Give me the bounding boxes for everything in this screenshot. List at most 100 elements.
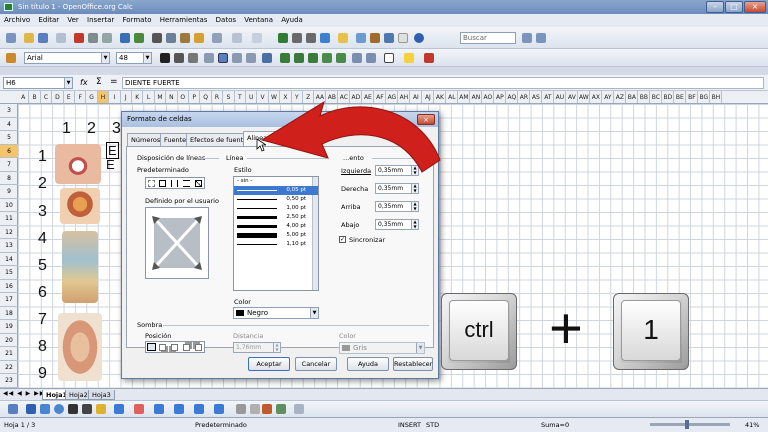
column-header[interactable]: AN [470,91,483,103]
zoom-slider[interactable] [650,423,730,426]
flowcharts-icon[interactable] [174,404,184,414]
increase-indent-icon[interactable] [366,53,376,63]
column-header[interactable]: AO [482,91,495,103]
distancia-spin[interactable]: 1,76mm ▲ ▼ [233,342,281,353]
line-style-option[interactable]: 0,05 pt [234,186,318,195]
spellcheck-icon[interactable] [120,33,130,43]
merge-cells-icon[interactable] [262,53,272,63]
column-header[interactable]: K [132,91,144,103]
sort-ascending-icon[interactable] [292,33,302,43]
cut-icon[interactable] [152,33,162,43]
line-color-select[interactable]: Negro ▼ [233,307,319,319]
new-document-icon[interactable] [6,33,16,43]
menu-ver[interactable]: Ver [67,16,78,24]
row-header[interactable]: 11 [0,212,18,226]
ayuda-button[interactable]: Ayuda [347,357,389,371]
bold-icon[interactable] [160,53,170,63]
column-header[interactable]: AU [554,91,567,103]
print-icon[interactable] [88,33,98,43]
status-insert-mode[interactable]: INSERT [398,418,421,432]
menu-herramientas[interactable]: Herramientas [160,16,208,24]
sum-icon[interactable]: Σ [96,77,102,87]
navigator-icon[interactable] [278,33,288,43]
row-header[interactable]: 14 [0,253,18,266]
clone-format-icon[interactable] [194,33,204,43]
menu-editar[interactable]: Editar [38,16,59,24]
column-header[interactable]: Q [200,91,212,103]
column-header[interactable]: F [75,91,87,103]
row-header[interactable]: 16 [0,280,18,293]
paste-icon[interactable] [180,33,190,43]
user-defined-border-preview[interactable] [145,207,209,279]
column-header[interactable]: AS [530,91,543,103]
abajo-spin[interactable]: 0,35mm ▲ ▼ [375,219,419,230]
row-header[interactable]: 15 [0,266,18,280]
find-previous-icon[interactable] [536,33,546,43]
row-header[interactable]: 5 [0,131,18,145]
column-header[interactable]: AZ [614,91,627,103]
menu-datos[interactable]: Datos [216,16,236,24]
currency-format-icon[interactable] [280,53,290,63]
sincronizar-checkbox[interactable]: ✓ [339,236,346,243]
align-right-icon[interactable] [232,53,242,63]
row-header[interactable]: 18 [0,307,18,320]
menu-ventana[interactable]: Ventana [244,16,273,24]
column-header[interactable]: BC [650,91,663,103]
text-icon[interactable] [82,404,92,414]
column-header[interactable]: AX [590,91,603,103]
column-header[interactable]: BF [686,91,699,103]
chart-icon[interactable] [320,33,330,43]
shadow-position-selector[interactable] [145,341,205,353]
row-header[interactable]: 10 [0,199,18,212]
column-header[interactable]: BB [638,91,651,103]
aceptar-button[interactable]: Aceptar [248,357,290,371]
percent-format-icon[interactable] [294,53,304,63]
column-header[interactable]: AY [602,91,615,103]
column-header[interactable]: M [155,91,167,103]
export-pdf-icon[interactable] [74,33,84,43]
gallery-draw-icon[interactable] [276,404,286,414]
column-header[interactable]: E [64,91,75,103]
column-header[interactable]: AT [542,91,555,103]
rectangle-icon[interactable] [40,404,50,414]
row-header[interactable]: 13 [0,239,18,253]
row-header[interactable]: 19 [0,320,18,334]
column-header[interactable]: BG [698,91,711,103]
delete-decimal-icon[interactable] [336,53,346,63]
line-style-option[interactable]: 5,00 pt [234,231,318,240]
column-header[interactable]: S [223,91,235,103]
shadow-color-select[interactable]: Gris ▼ [339,342,425,354]
find-next-icon[interactable] [522,33,532,43]
fontwork-icon[interactable] [250,404,260,414]
ellipse-icon[interactable] [54,404,64,414]
column-header[interactable]: BD [662,91,675,103]
font-name-field[interactable]: Arial ▼ [24,52,110,64]
line-style-option[interactable]: 2,50 pt [234,213,318,222]
column-header[interactable]: AV [566,91,579,103]
freeform-icon[interactable] [68,404,78,414]
column-header[interactable]: AQ [506,91,519,103]
menu-insertar[interactable]: Insertar [87,16,114,24]
standard-format-icon[interactable] [308,53,318,63]
preset-borders-selector[interactable] [145,177,205,189]
column-header[interactable]: J [121,91,132,103]
column-header[interactable]: BA [626,91,639,103]
data-sources-icon[interactable] [384,33,394,43]
stars-icon[interactable] [214,404,224,414]
symbol-shapes-icon[interactable] [134,404,144,414]
save-icon[interactable] [38,33,48,43]
column-header[interactable]: AR [518,91,531,103]
close-button[interactable]: × [744,1,766,13]
italic-icon[interactable] [174,53,184,63]
zoom-slider-handle[interactable] [685,420,689,429]
column-header[interactable]: BH [710,91,723,103]
undo-icon[interactable] [212,33,222,43]
tab-numeros[interactable]: Números [127,133,165,146]
line-style-list[interactable]: - sin -0,05 pt 0,50 pt 1,00 pt 2,50 pt 4,00 … [233,176,319,291]
column-header[interactable]: BE [674,91,687,103]
column-header[interactable]: R [212,91,224,103]
column-header[interactable]: N [166,91,178,103]
restablecer-button[interactable]: Restablecer [393,357,433,371]
basic-shapes-icon[interactable] [114,404,124,414]
help-icon[interactable] [414,33,424,43]
